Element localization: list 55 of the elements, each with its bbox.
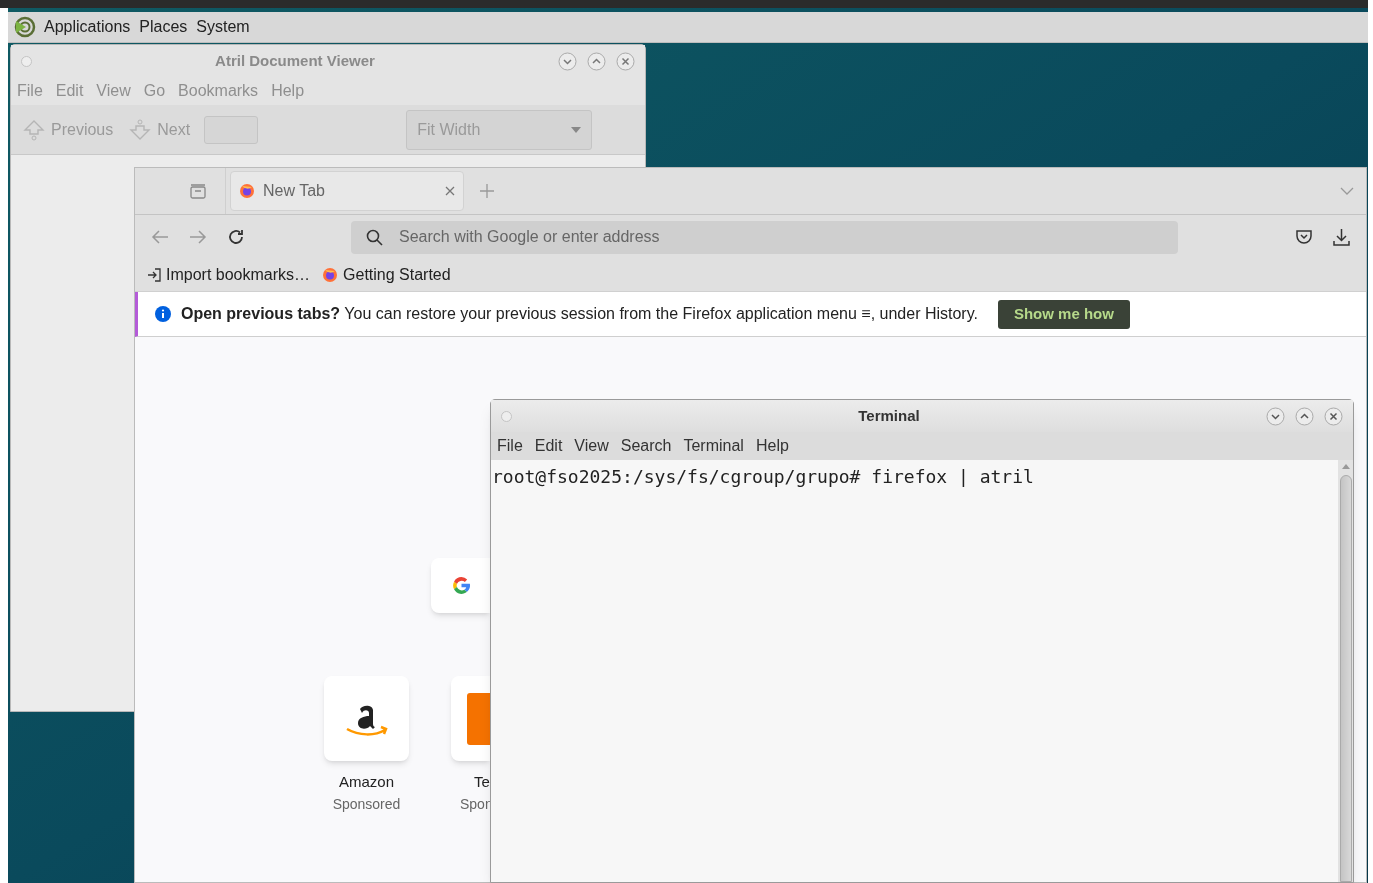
- tab-list-icon[interactable]: [189, 182, 207, 200]
- tab-label: New Tab: [263, 181, 326, 201]
- download-icon[interactable]: [1333, 228, 1350, 246]
- panel-menu[interactable]: Places: [139, 15, 188, 39]
- close-icon[interactable]: [616, 51, 635, 71]
- menu-item[interactable]: Search: [620, 434, 672, 458]
- logo-icon[interactable]: [14, 16, 36, 38]
- close-icon[interactable]: [445, 186, 455, 196]
- scrollbar-thumb[interactable]: [1339, 475, 1352, 882]
- scroll-up-icon[interactable]: [1341, 464, 1350, 469]
- browser-tab[interactable]: New Tab: [230, 171, 464, 211]
- forward-icon[interactable]: [189, 229, 207, 245]
- app-logo-icon: [467, 692, 490, 745]
- caret-icon: [571, 126, 582, 133]
- pocket-icon[interactable]: [1295, 229, 1313, 245]
- shortcut-title: Te: [474, 772, 490, 792]
- scrollbar[interactable]: [1338, 460, 1353, 882]
- menu-item[interactable]: Terminal: [683, 434, 744, 458]
- chevron-down-icon[interactable]: [1340, 187, 1354, 195]
- menu-item[interactable]: Edit: [534, 434, 563, 458]
- back-icon[interactable]: [151, 229, 169, 245]
- google-logo-icon: [451, 575, 472, 596]
- info-icon: [155, 306, 171, 322]
- show-me-how-button[interactable]: Show me how: [997, 299, 1130, 329]
- new-tab-icon[interactable]: [480, 184, 494, 198]
- menu-item[interactable]: Help: [755, 434, 789, 458]
- panel-menu[interactable]: System: [196, 15, 250, 39]
- notification-message: Open previous tabs? You can restore your previous session from the Firefox application menu ≡, under History.: [181, 304, 978, 324]
- window-title: Atril Document Viewer: [214, 50, 376, 71]
- page-number-field[interactable]: [204, 115, 259, 144]
- shortcut-title: Amazon: [339, 772, 394, 792]
- minimize-icon[interactable]: [1266, 406, 1285, 426]
- firefox-icon: [239, 183, 255, 199]
- window-title: Terminal: [857, 405, 921, 426]
- reload-icon[interactable]: [227, 228, 245, 246]
- maximize-icon[interactable]: [587, 51, 606, 71]
- menu-item[interactable]: View: [574, 434, 609, 458]
- shortcut-tile[interactable]: [451, 676, 490, 761]
- import-icon: [147, 268, 161, 282]
- down-arrow-icon: [129, 118, 152, 141]
- address-bar[interactable]: Search with Google or enter address: [351, 220, 1178, 254]
- google-search-box[interactable]: [431, 558, 490, 613]
- close-icon[interactable]: [1324, 406, 1343, 426]
- panel-menu[interactable]: Applications: [44, 15, 131, 39]
- firefox-icon: [322, 267, 339, 283]
- shortcut-subtitle: Sponsored: [332, 794, 401, 814]
- shortcut-tile[interactable]: [324, 676, 409, 761]
- menu-item[interactable]: File: [497, 434, 523, 458]
- minimize-icon[interactable]: [558, 51, 577, 71]
- bookmark-link[interactable]: Getting Started: [322, 263, 451, 287]
- search-icon: [366, 228, 383, 246]
- terminal-line: root@fso2025:/sys/fs/cgroup/grupo# firefox | atril: [492, 465, 1035, 489]
- bookmark-link[interactable]: Import bookmarks…: [147, 263, 311, 287]
- maximize-icon[interactable]: [1295, 406, 1314, 426]
- up-arrow-icon: [23, 118, 45, 141]
